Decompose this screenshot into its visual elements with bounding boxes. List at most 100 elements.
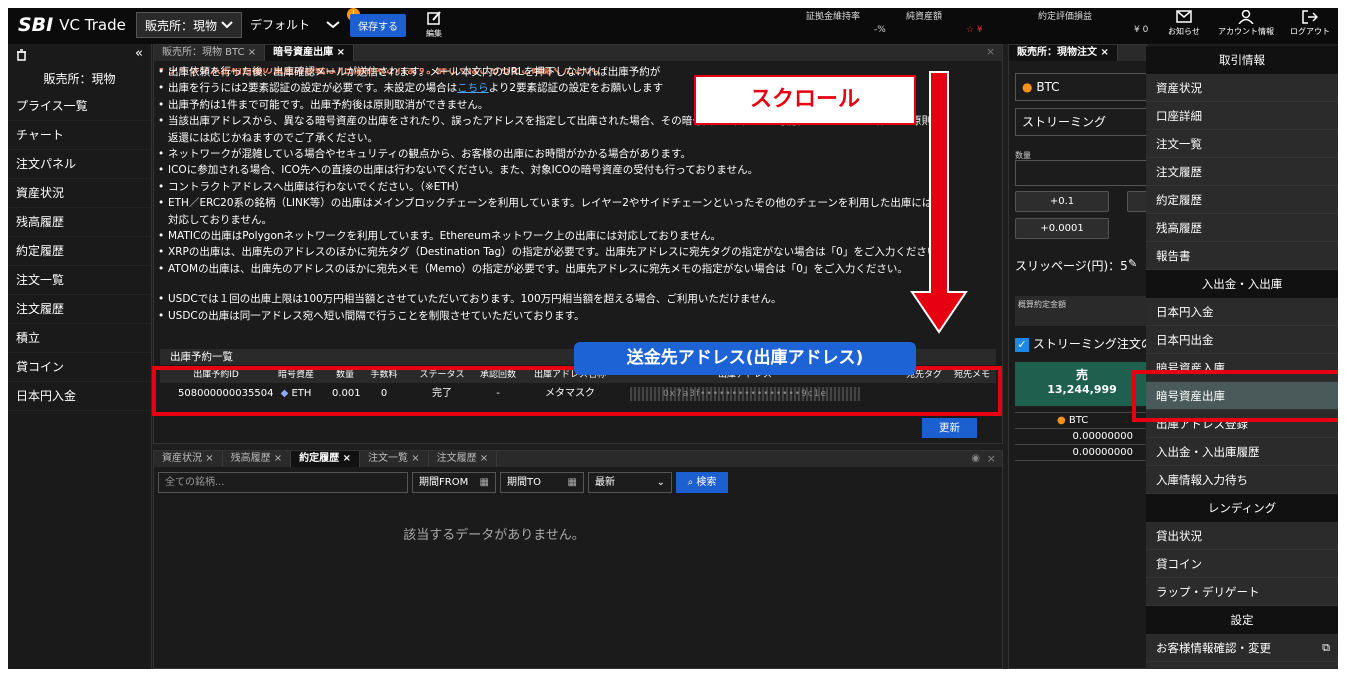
edit-icon[interactable]: ✎	[1128, 257, 1137, 270]
estimate-label: 概算約定金額	[1015, 296, 1149, 326]
menu-item[interactable]: 資産状況	[1146, 74, 1338, 102]
history-tab[interactable]: 注文一覧 ×	[360, 451, 429, 467]
collapse-icon[interactable]: «	[135, 46, 143, 61]
net-assets-value: ☆ ¥	[966, 25, 983, 35]
sidebar-item[interactable]: 貸コイン	[8, 353, 151, 382]
logo[interactable]: SBI VC Trade	[18, 14, 126, 36]
edit-button[interactable]: 編集	[426, 10, 442, 39]
menu-item[interactable]: 貸出状況	[1146, 522, 1338, 550]
close-icon[interactable]: ×	[1100, 47, 1108, 58]
history-tab-label: 残高履歴	[230, 453, 271, 464]
close-icon[interactable]: ×	[986, 45, 995, 58]
stream-check-label: ストリーミング注文の	[1032, 337, 1153, 351]
sidebar-title: 販売所：現物	[43, 72, 116, 86]
btc-icon: ●	[1057, 415, 1066, 426]
sidebar-item[interactable]: 残高履歴	[8, 208, 151, 237]
sidebar-item[interactable]: 日本円入金	[8, 382, 151, 411]
logout-label: ログアウト	[1290, 27, 1330, 36]
settings-link[interactable]: こちら	[457, 82, 489, 94]
tab-btc[interactable]: 販売所：現物 BTC ×	[154, 45, 266, 61]
refresh-button[interactable]: 更新	[922, 418, 977, 438]
account-menu: 取引情報 資産状況 口座詳細 注文一覧 注文履歴 約定履歴 残高履歴 報告書 入出金・入出庫 日本…	[1146, 46, 1338, 669]
menu-item[interactable]: 約定履歴	[1146, 186, 1338, 214]
close-icon[interactable]: ×	[205, 453, 213, 464]
app-window: SBI VC Trade 販売所：現物 デフォルト ! 保存する 編集 証拠金維…	[8, 8, 1338, 669]
sidebar-item[interactable]: 注文一覧	[8, 266, 151, 295]
user-icon	[1238, 10, 1254, 24]
date-to-input[interactable]: 期間TO ▦	[500, 472, 584, 493]
tab-withdraw[interactable]: 暗号資産出庫 ×	[265, 45, 354, 61]
coin-label: BTC	[1036, 80, 1060, 94]
tab-order[interactable]: 販売所：現物注文 ×	[1009, 45, 1118, 61]
menu-item[interactable]: 注文履歴	[1146, 158, 1338, 186]
sidebar: « 販売所：現物 プライス一覧 チャート 注文パネル 資産状況 残高履歴 約定履歴 注文一覧…	[8, 44, 152, 669]
main-tabs: 販売所：現物 BTC × 暗号資産出庫 ×	[154, 45, 1002, 61]
coin-select[interactable]: ● BTC	[1015, 73, 1149, 101]
search-label: 検索	[696, 477, 717, 488]
menu-item[interactable]: 注文一覧	[1146, 130, 1338, 158]
sidebar-item[interactable]: チャート	[8, 121, 151, 150]
pnl-label: 約定評価損益	[1038, 12, 1093, 22]
menu-item[interactable]: 貸コイン	[1146, 550, 1338, 578]
stream-checkbox[interactable]: ✓ ストリーミング注文の	[1015, 335, 1153, 352]
market-select-label: 販売所：現物	[145, 18, 218, 33]
save-button[interactable]: 保存する	[350, 14, 406, 37]
net-assets-label: 純資産額	[906, 12, 943, 22]
sidebar-item[interactable]: 資産状況	[8, 179, 151, 208]
step-large-button[interactable]: +0.1	[1015, 191, 1109, 212]
step-small-button[interactable]: +0.0001	[1015, 218, 1109, 239]
eye-icon[interactable]: ◉	[971, 453, 980, 464]
date-from-input[interactable]: 期間FROM ▦	[412, 472, 496, 493]
sell-button[interactable]: 売 13,244,999	[1015, 362, 1149, 406]
sidebar-item[interactable]: 約定履歴	[8, 237, 151, 266]
menu-item[interactable]: 口座詳細	[1146, 102, 1338, 130]
close-icon[interactable]: ×	[274, 453, 282, 464]
market-select[interactable]: 販売所：現物	[136, 12, 243, 38]
close-icon[interactable]: ×	[411, 453, 419, 464]
chevron-down-icon: ⌄	[656, 477, 665, 488]
sidebar-item[interactable]: 注文パネル	[8, 150, 151, 179]
menu-item[interactable]: 入庫情報入力待ち	[1146, 466, 1338, 494]
sidebar-item[interactable]: 注文履歴	[8, 295, 151, 324]
menu-item[interactable]: 入出金・入出庫履歴	[1146, 438, 1338, 466]
sidebar-item[interactable]: プライス一覧	[8, 92, 151, 121]
menu-item[interactable]: 日本円入金	[1146, 298, 1338, 326]
tab-withdraw-label: 暗号資産出庫	[273, 47, 334, 58]
logout-button[interactable]: ログアウト	[1290, 10, 1330, 37]
notice-item: USDCの出庫は同一アドレス宛へ短い間隔で行うことを制限させていただいております…	[154, 308, 994, 325]
date-from-label: 期間FROM	[419, 477, 469, 488]
menu-item[interactable]: ラップ・デリゲート	[1146, 578, 1338, 606]
menu-item[interactable]: 日本円出金	[1146, 326, 1338, 354]
close-icon[interactable]: ×	[248, 47, 256, 58]
pnl-value: ¥ 0	[1134, 25, 1149, 35]
history-tabs: 資産状況 × 残高履歴 × 約定履歴 × 注文一覧 × 注文履歴 ×	[154, 451, 1002, 467]
close-icon[interactable]: ×	[987, 452, 996, 465]
menu-item[interactable]: 残高履歴	[1146, 214, 1338, 242]
notice-button[interactable]: お知らせ	[1168, 10, 1200, 37]
history-tab[interactable]: 約定履歴 ×	[291, 451, 361, 467]
menu-item[interactable]: お客様情報確認・変更 ⧉	[1146, 634, 1338, 662]
logout-icon	[1302, 10, 1318, 24]
top-bar: SBI VC Trade 販売所：現物 デフォルト ! 保存する 編集 証拠金維…	[8, 8, 1338, 44]
history-tab[interactable]: 注文履歴 ×	[429, 451, 498, 467]
close-icon[interactable]: ×	[343, 453, 351, 464]
close-icon[interactable]: ×	[337, 47, 345, 58]
menu-item[interactable]: 報告書	[1146, 242, 1338, 270]
symbol-filter-input[interactable]: 全ての銘柄...	[158, 472, 408, 493]
sidebar-item[interactable]: 積立	[8, 324, 151, 353]
balance-value: 0.00000000	[1015, 445, 1149, 461]
layout-select[interactable]: デフォルト	[250, 16, 340, 33]
account-button[interactable]: アカウント情報	[1218, 10, 1274, 37]
search-button[interactable]: ⌕ 検索	[676, 472, 728, 493]
mode-select[interactable]: ストリーミング	[1015, 108, 1149, 136]
edit-icon	[427, 11, 441, 25]
qty-input[interactable]	[1015, 160, 1149, 186]
history-tab-label: 約定履歴	[299, 453, 340, 464]
close-icon[interactable]: ×	[480, 453, 488, 464]
history-tab[interactable]: 残高履歴 ×	[223, 451, 292, 467]
history-tab[interactable]: 資産状況 ×	[154, 451, 223, 467]
sort-select[interactable]: 最新 ⌄	[588, 472, 672, 493]
history-tab-label: 資産状況	[162, 453, 202, 464]
sell-price: 13,244,999	[1047, 383, 1117, 396]
trash-icon[interactable]	[16, 49, 27, 61]
